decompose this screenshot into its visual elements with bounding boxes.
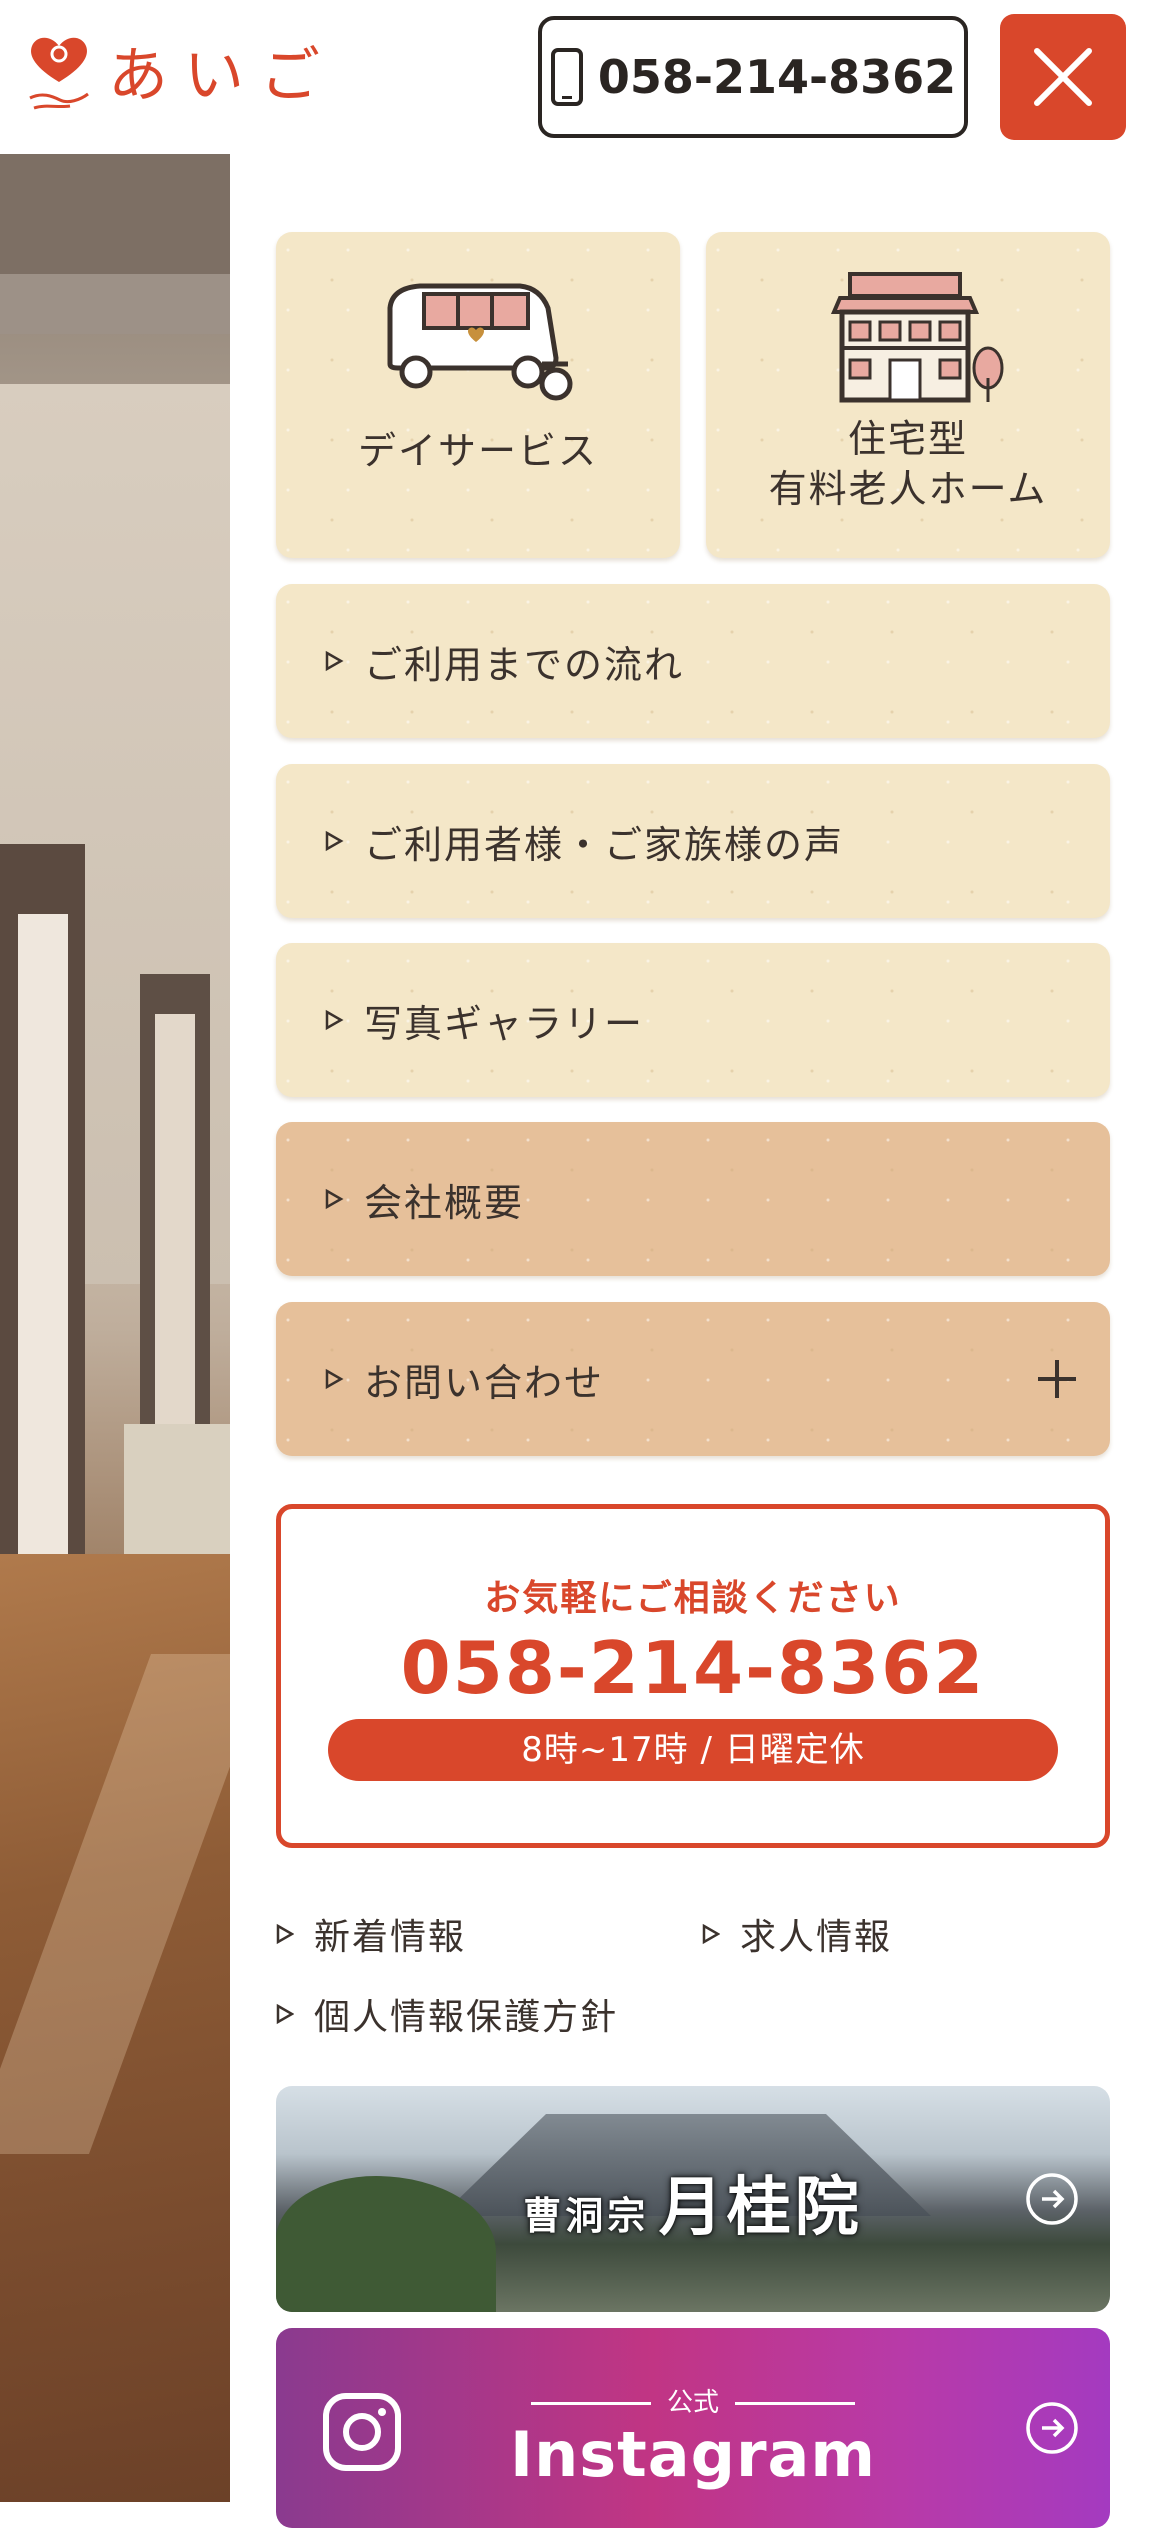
site-header: あいご 058-214-8362	[0, 0, 1156, 154]
house-icon	[830, 272, 1004, 403]
link-news[interactable]: 新着情報	[276, 1908, 466, 1960]
business-hours-badge: 8時~17時 / 日曜定休	[328, 1719, 1058, 1781]
triangle-right-icon	[325, 1188, 344, 1210]
instagram-official-label: 公式	[276, 2382, 1110, 2419]
logo-text: あいご	[108, 41, 336, 111]
link-label: 新着情報	[314, 1917, 467, 1958]
temple-banner-link[interactable]: 曹洞宗 月桂院	[276, 2086, 1110, 2312]
contact-phone-box[interactable]: お気軽にご相談ください 058-214-8362 8時~17時 / 日曜定休	[276, 1504, 1110, 1848]
menu-card-label: デイサービス	[357, 429, 598, 473]
van-icon	[387, 283, 573, 401]
nav-item-label: ご利用までの流れ	[364, 642, 685, 687]
link-privacy-policy[interactable]: 個人情報保護方針	[276, 1988, 618, 2040]
heart-hand-logo-icon	[29, 37, 89, 110]
triangle-right-icon	[325, 1009, 344, 1031]
nav-item-label: ご利用者様・ご家族様の声	[364, 822, 845, 867]
link-label: 求人情報	[740, 1917, 893, 1958]
triangle-right-icon	[276, 2003, 294, 2025]
contact-phone-number[interactable]: 058-214-8362	[281, 1625, 1105, 1711]
nav-item-label: お問い合わせ	[364, 1360, 605, 1405]
temple-sect-label: 曹洞宗	[523, 2193, 650, 2238]
link-label: 個人情報保護方針	[314, 1997, 619, 2038]
header-phone-number: 058-214-8362	[597, 50, 957, 104]
triangle-right-icon	[702, 1923, 720, 1945]
triangle-right-icon	[325, 830, 344, 852]
background-hallway-photo	[0, 154, 230, 2502]
menu-card-day-service[interactable]: デイサービス	[276, 232, 680, 558]
instagram-banner-link[interactable]: 公式 Instagram	[276, 2328, 1110, 2528]
contact-lead-text: お気軽にご相談ください	[484, 1578, 902, 1619]
triangle-right-icon	[325, 650, 344, 672]
slide-menu-panel: デイサービス 住宅型 有料老人ホーム ご利用までの流れ ご利用者様・ご家族様の声	[230, 186, 1156, 2528]
temple-name-label: 月桂院	[658, 2170, 863, 2245]
menu-card-label-line1: 住宅型	[847, 417, 968, 461]
arrow-circle-right-icon	[1026, 2173, 1078, 2225]
triangle-right-icon	[276, 1923, 294, 1945]
close-icon	[1034, 48, 1092, 106]
nav-item-flow[interactable]: ご利用までの流れ	[276, 584, 1110, 738]
plus-expand-icon[interactable]	[1034, 1356, 1080, 1402]
header-phone-button[interactable]: 058-214-8362	[538, 16, 968, 138]
menu-close-button[interactable]	[1000, 14, 1126, 140]
nav-item-contact[interactable]: お問い合わせ	[276, 1302, 1110, 1456]
nav-item-label: 会社概要	[364, 1180, 525, 1225]
mobile-phone-icon	[550, 48, 583, 106]
nav-item-label: 写真ギャラリー	[364, 1001, 645, 1046]
instagram-title: Instagram	[510, 2418, 876, 2491]
site-logo[interactable]: あいご	[26, 34, 336, 118]
nav-item-testimonials[interactable]: ご利用者様・ご家族様の声	[276, 764, 1110, 918]
triangle-right-icon	[325, 1368, 344, 1390]
menu-card-nursing-home[interactable]: 住宅型 有料老人ホーム	[706, 232, 1110, 558]
temple-banner-title: 曹洞宗 月桂院	[276, 2156, 1110, 2248]
nav-item-gallery[interactable]: 写真ギャラリー	[276, 943, 1110, 1097]
menu-card-label-line2: 有料老人ホーム	[768, 467, 1048, 511]
link-recruit[interactable]: 求人情報	[702, 1908, 892, 1960]
arrow-circle-right-icon	[1026, 2402, 1078, 2454]
nav-item-company[interactable]: 会社概要	[276, 1122, 1110, 1276]
